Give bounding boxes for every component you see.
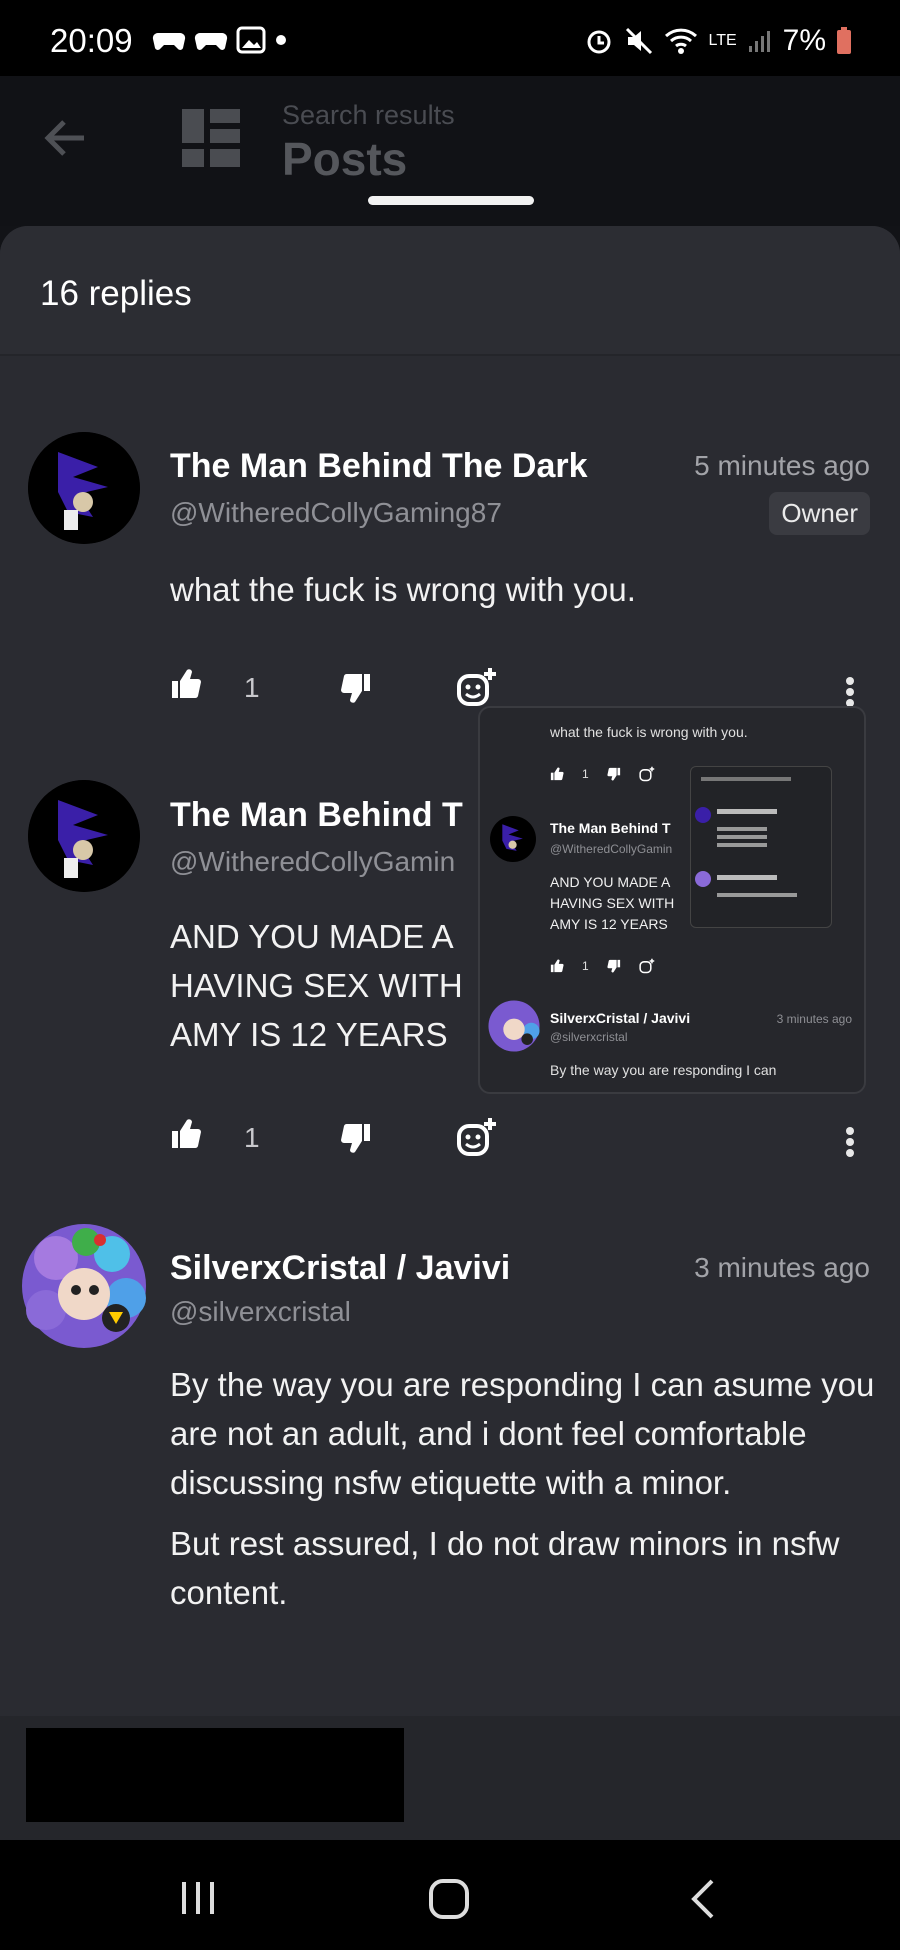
- status-right-icons: LTE 7%: [584, 24, 852, 58]
- home-icon[interactable]: [428, 1878, 470, 1920]
- dislike-button[interactable]: [340, 1122, 372, 1154]
- image-icon: [236, 26, 266, 54]
- back-icon[interactable]: [688, 1878, 718, 1920]
- like-count: 1: [244, 672, 260, 703]
- add-reaction-button[interactable]: [456, 666, 498, 708]
- preview-author-handle: @WitheredCollyGamin: [550, 842, 673, 856]
- preview-body: AND YOU MADE A HAVING SEX WITH AMY IS 12…: [550, 872, 674, 935]
- comment-author-name[interactable]: The Man Behind The Dark: [170, 447, 588, 486]
- layout-grid-icon[interactable]: [182, 109, 240, 167]
- signal-icon: [748, 31, 770, 52]
- status-bar: 20:09 LTE 7%: [0, 0, 900, 76]
- game-controller-icon-2: [194, 32, 228, 50]
- add-reaction-button[interactable]: [456, 1116, 498, 1158]
- nested-preview: [690, 766, 832, 928]
- comment-body-line: AMY IS 12 YEARS: [170, 1016, 448, 1053]
- avatar[interactable]: [28, 432, 140, 544]
- comment-body: AND YOU MADE A HAVING SEX WITH AMY IS 12…: [170, 912, 463, 1059]
- sheet-drag-handle[interactable]: [368, 196, 534, 205]
- preview-body-line: HAVING SEX WITH: [550, 895, 675, 911]
- thumbs-up-icon: [550, 959, 564, 973]
- dot-icon: [276, 35, 286, 45]
- mute-icon: [626, 27, 653, 55]
- add-reaction-icon: [639, 766, 654, 782]
- comment-paragraph: By the way you are responding I can asum…: [170, 1366, 875, 1501]
- hedgehog-avatar-icon: [28, 780, 140, 892]
- avatar[interactable]: [16, 1218, 152, 1354]
- dislike-button[interactable]: [340, 672, 372, 704]
- game-controller-icon: [152, 32, 186, 50]
- thumbs-up-icon: [550, 767, 564, 781]
- comment-time: 5 minutes ago: [694, 450, 870, 481]
- recent-apps-icon[interactable]: [178, 1880, 218, 1916]
- network-type: LTE: [708, 32, 737, 49]
- preview-time: 3 minutes ago: [776, 1012, 852, 1026]
- comment-author-handle: @WitheredCollyGaming87: [170, 497, 502, 528]
- preview-body-line: AND YOU MADE A: [550, 874, 671, 890]
- comment-author-name[interactable]: SilverxCristal / Javivi: [170, 1249, 510, 1288]
- preview-body-line: AMY IS 12 YEARS: [550, 916, 668, 932]
- thumbs-down-icon: [607, 959, 620, 973]
- add-reaction-icon: [639, 958, 654, 974]
- hedgehog-avatar-icon: [490, 816, 536, 862]
- thumbs-down-icon: [341, 1123, 370, 1153]
- like-button[interactable]: [170, 668, 202, 700]
- system-navigation-bar: [0, 1840, 900, 1950]
- comment-paragraph: But rest assured, I do not draw minors i…: [170, 1525, 840, 1611]
- status-left-icons: [152, 26, 288, 54]
- back-arrow-icon[interactable]: [44, 116, 88, 160]
- owner-badge: Owner: [769, 492, 870, 535]
- thumbs-up-icon: [172, 669, 201, 699]
- nested-preview-image: [695, 777, 797, 897]
- character-avatar-icon: [22, 1224, 146, 1348]
- more-options-button[interactable]: [846, 674, 854, 710]
- preview-author-name: SilverxCristal / Javivi: [550, 1010, 691, 1026]
- preview-actions: 1: [550, 766, 655, 782]
- thumbs-down-icon: [607, 767, 620, 781]
- comment-body: what the fuck is wrong with you.: [170, 571, 636, 608]
- character-avatar-icon: [488, 1000, 540, 1052]
- alarm-icon: [587, 30, 611, 54]
- preview-like-count: 1: [582, 767, 589, 781]
- comment-author-handle: @silverxcristal: [170, 1296, 351, 1327]
- comment-author-name[interactable]: The Man Behind T: [170, 796, 463, 835]
- battery-percent: 7%: [782, 24, 826, 57]
- add-reaction-icon: [457, 1118, 496, 1156]
- preview-author-name: The Man Behind T: [550, 820, 671, 836]
- comment-author-handle: @WitheredCollyGamin: [170, 846, 456, 877]
- thumbs-up-icon: [172, 1119, 201, 1149]
- thumbs-down-icon: [341, 673, 370, 703]
- preview-author-handle: @silverxcristal: [550, 1030, 628, 1044]
- comment-body: By the way you are responding I can asum…: [170, 1360, 880, 1617]
- redacted-box: [26, 1728, 404, 1822]
- comment-time: 3 minutes ago: [694, 1252, 870, 1283]
- battery-icon: [837, 27, 851, 54]
- status-time: 20:09: [50, 22, 133, 59]
- preview-body: By the way you are responding I can: [550, 1062, 777, 1078]
- preview-actions-2: 1: [550, 958, 655, 974]
- avatar[interactable]: [28, 780, 140, 892]
- add-reaction-icon: [457, 668, 496, 706]
- wifi-icon: [665, 28, 698, 54]
- hedgehog-avatar-icon: [28, 432, 140, 544]
- comment-body-line: HAVING SEX WITH: [170, 967, 463, 1004]
- header-subtitle: Search results: [282, 100, 455, 130]
- like-button[interactable]: [170, 1118, 202, 1150]
- like-count: 1: [244, 1122, 260, 1153]
- replies-title: 16 replies: [40, 274, 192, 313]
- preview-like-count: 1: [582, 959, 589, 973]
- preview-comment-text: what the fuck is wrong with you.: [550, 724, 748, 740]
- header-title: Posts: [282, 133, 408, 185]
- comment-body-line: AND YOU MADE A: [170, 918, 454, 955]
- more-options-button[interactable]: [846, 1124, 854, 1160]
- floating-preview-window[interactable]: what the fuck is wrong with you. 1 The M…: [478, 706, 866, 1094]
